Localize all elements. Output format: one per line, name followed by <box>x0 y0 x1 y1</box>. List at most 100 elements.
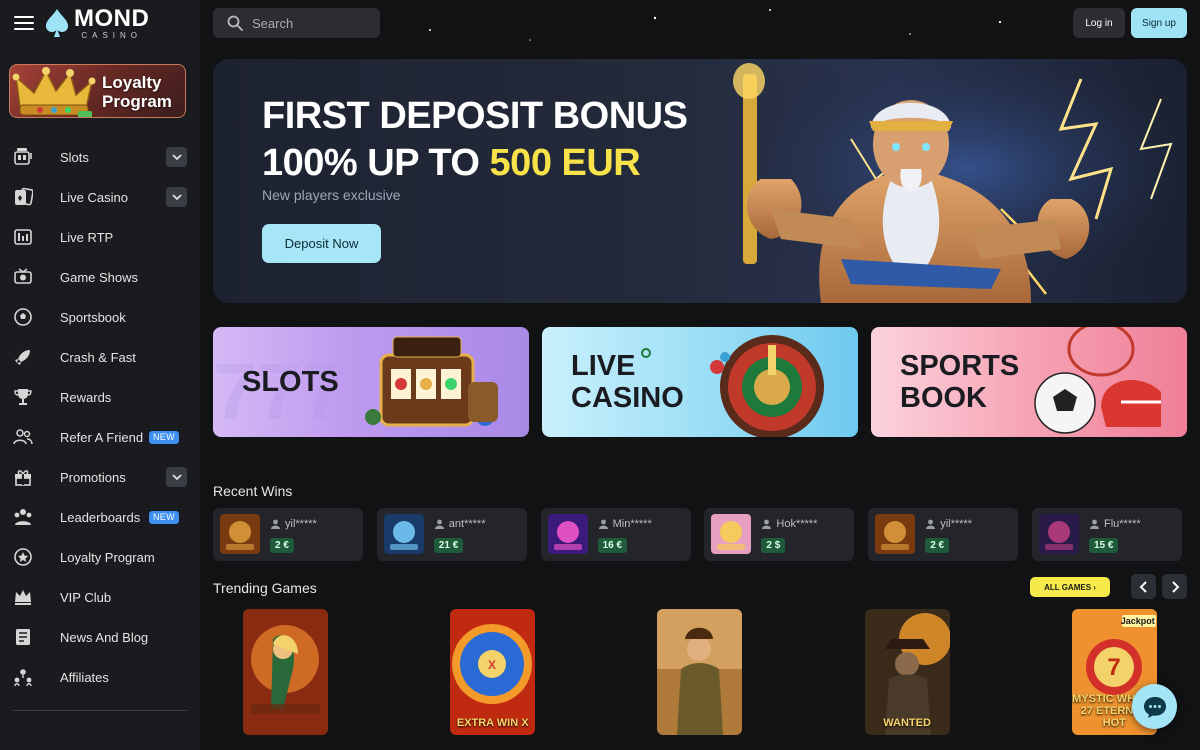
expand-button[interactable] <box>166 147 187 167</box>
sidebar-item-label: Promotions <box>60 469 126 485</box>
expand-button[interactable] <box>166 187 187 207</box>
category-live-casino-card[interactable]: LIVE CASINO <box>542 327 858 437</box>
news-icon <box>16 629 30 645</box>
search-input[interactable] <box>252 15 362 31</box>
sidebar-item-label: Slots <box>60 149 89 165</box>
users-icon <box>13 429 33 445</box>
recent-win-card[interactable]: yil***** 2 € <box>213 508 363 561</box>
win-username: ant***** <box>448 518 486 530</box>
loyalty-icon <box>14 548 32 566</box>
logo-row: MOND CASINO <box>14 6 149 40</box>
soccer-ball-icon <box>14 308 32 326</box>
win-user: yil***** <box>926 518 972 530</box>
sidebar-item-label: Rewards <box>60 389 112 405</box>
sidebar-item-promotions[interactable]: Promotions <box>0 457 200 497</box>
category-sportsbook-label: SPORTS BOOK <box>900 350 1019 414</box>
sidebar-item-affiliates[interactable]: Affiliates <box>0 657 200 697</box>
spade-logo-icon <box>46 9 68 37</box>
category-sports-line2: BOOK <box>900 382 987 414</box>
category-live-line1: LIVE <box>571 350 636 382</box>
trophy-icon <box>14 389 32 405</box>
all-games-label: ALL GAMES <box>1044 582 1092 592</box>
recent-win-card[interactable]: yil***** 2 € <box>868 508 1019 561</box>
sidebar-item-label: Loyalty Program <box>60 549 155 565</box>
leaderboard-icon <box>14 509 32 525</box>
sidebar-item-label: VIP Club <box>60 589 112 605</box>
category-sportsbook-card[interactable]: SPORTS BOOK <box>871 327 1187 437</box>
category-slots-line1: SLOTS <box>242 366 339 398</box>
game-thumbnail <box>383 514 424 554</box>
sidebar-item-crash-fast[interactable]: Crash & Fast <box>0 337 200 377</box>
sidebar-item-leaderboards[interactable]: Leaderboards NEW <box>0 497 200 537</box>
trending-game-card[interactable]: X EXTRA WIN X <box>450 609 536 735</box>
game-title: WANTED <box>883 717 931 729</box>
win-amount-badge: 21 € <box>433 538 464 553</box>
zeus-illustration <box>701 59 1187 303</box>
sidebar-item-slots[interactable]: Slots <box>0 137 200 177</box>
sidebar-item-label: Game Shows <box>60 269 139 285</box>
rocket-icon <box>15 350 30 365</box>
win-user: ant***** <box>434 518 486 530</box>
menu-icon[interactable] <box>14 16 34 30</box>
game-show-icon <box>14 268 32 284</box>
win-username: Hok***** <box>776 518 818 530</box>
brand-wordmark[interactable]: MOND CASINO <box>74 6 149 40</box>
search-bar[interactable] <box>213 8 380 38</box>
chevron-down-icon <box>171 473 182 480</box>
hero-title-line2: 100% UP TO 500 EUR <box>262 142 641 185</box>
chevron-right-icon <box>1171 580 1179 593</box>
trending-game-card[interactable] <box>657 609 743 735</box>
sidebar-item-game-shows[interactable]: Game Shows <box>0 257 200 297</box>
sidebar-divider <box>13 710 187 711</box>
category-live-casino-label: LIVE CASINO <box>571 350 684 414</box>
chat-bubble-icon <box>1143 696 1166 718</box>
sidebar-item-loyalty-program[interactable]: Loyalty Program <box>0 537 200 577</box>
trending-game-card[interactable]: WANTED <box>864 609 950 735</box>
gift-icon <box>15 470 31 486</box>
recent-win-card[interactable]: ant***** 21 € <box>376 508 527 561</box>
recent-win-card[interactable]: Min***** 16 € <box>540 508 691 561</box>
hero-title-line1: FIRST DEPOSIT BONUS <box>262 95 688 137</box>
win-username: Min***** <box>612 518 652 530</box>
loyalty-card-text: Loyalty Program <box>102 73 172 111</box>
deposit-now-button[interactable]: Deposit Now <box>262 224 381 263</box>
category-slots-card[interactable]: 777 SLOTS <box>213 327 529 437</box>
win-amount-badge: 16 € <box>597 538 628 553</box>
carousel-next-button[interactable] <box>1162 574 1187 599</box>
hero-banner[interactable]: FIRST DEPOSIT BONUS 100% UP TO 500 EUR N… <box>213 59 1187 303</box>
sidebar-item-live-casino[interactable]: Live Casino <box>0 177 200 217</box>
new-badge: NEW <box>149 510 179 524</box>
game-title: EXTRA WIN X <box>456 717 529 729</box>
trending-game-card[interactable] <box>243 609 328 735</box>
brand-sub: CASINO <box>81 30 142 40</box>
signup-button[interactable]: Sign up <box>1131 8 1187 38</box>
hero-subtitle: New players exclusive <box>262 187 401 203</box>
login-button[interactable]: Log in <box>1073 8 1125 38</box>
loyalty-program-card[interactable]: Loyalty Program <box>9 64 186 118</box>
sidebar-item-rewards[interactable]: Rewards <box>0 377 200 417</box>
sidebar-item-live-rtp[interactable]: Live RTP <box>0 217 200 257</box>
win-user: Min***** <box>598 518 652 530</box>
chevron-left-icon <box>1139 580 1147 593</box>
sidebar-item-sportsbook[interactable]: Sportsbook <box>0 297 200 337</box>
sidebar-nav: Slots Live Casino Live RTP Game Shows Sports… <box>0 137 200 697</box>
sidebar-item-vip-club[interactable]: VIP Club <box>0 577 200 617</box>
casino-app: MOND CASINO Loyalty Program Slots Live Ca… <box>0 0 1200 750</box>
win-amount-badge: 2 € <box>925 538 950 553</box>
sidebar-item-news-and-blog[interactable]: News And Blog <box>0 617 200 657</box>
user-icon <box>598 519 608 529</box>
recent-win-card[interactable]: Flu***** 15 € <box>1032 508 1182 561</box>
recent-wins-title: Recent Wins <box>213 483 293 499</box>
chat-button[interactable] <box>1132 684 1177 729</box>
category-live-line2: CASINO <box>571 382 684 414</box>
sidebar-item-label: Affiliates <box>60 669 109 685</box>
game-cover-art <box>657 609 743 735</box>
expand-button[interactable] <box>166 467 187 487</box>
user-icon <box>271 519 280 529</box>
rtp-icon <box>14 229 32 245</box>
user-icon <box>1090 519 1099 529</box>
carousel-prev-button[interactable] <box>1131 574 1156 599</box>
recent-win-card[interactable]: Hok***** 2 $ <box>704 508 855 561</box>
all-games-button[interactable]: ALL GAMES › <box>1030 577 1110 597</box>
sidebar-item-refer-a-friend[interactable]: Refer A Friend NEW <box>0 417 200 457</box>
